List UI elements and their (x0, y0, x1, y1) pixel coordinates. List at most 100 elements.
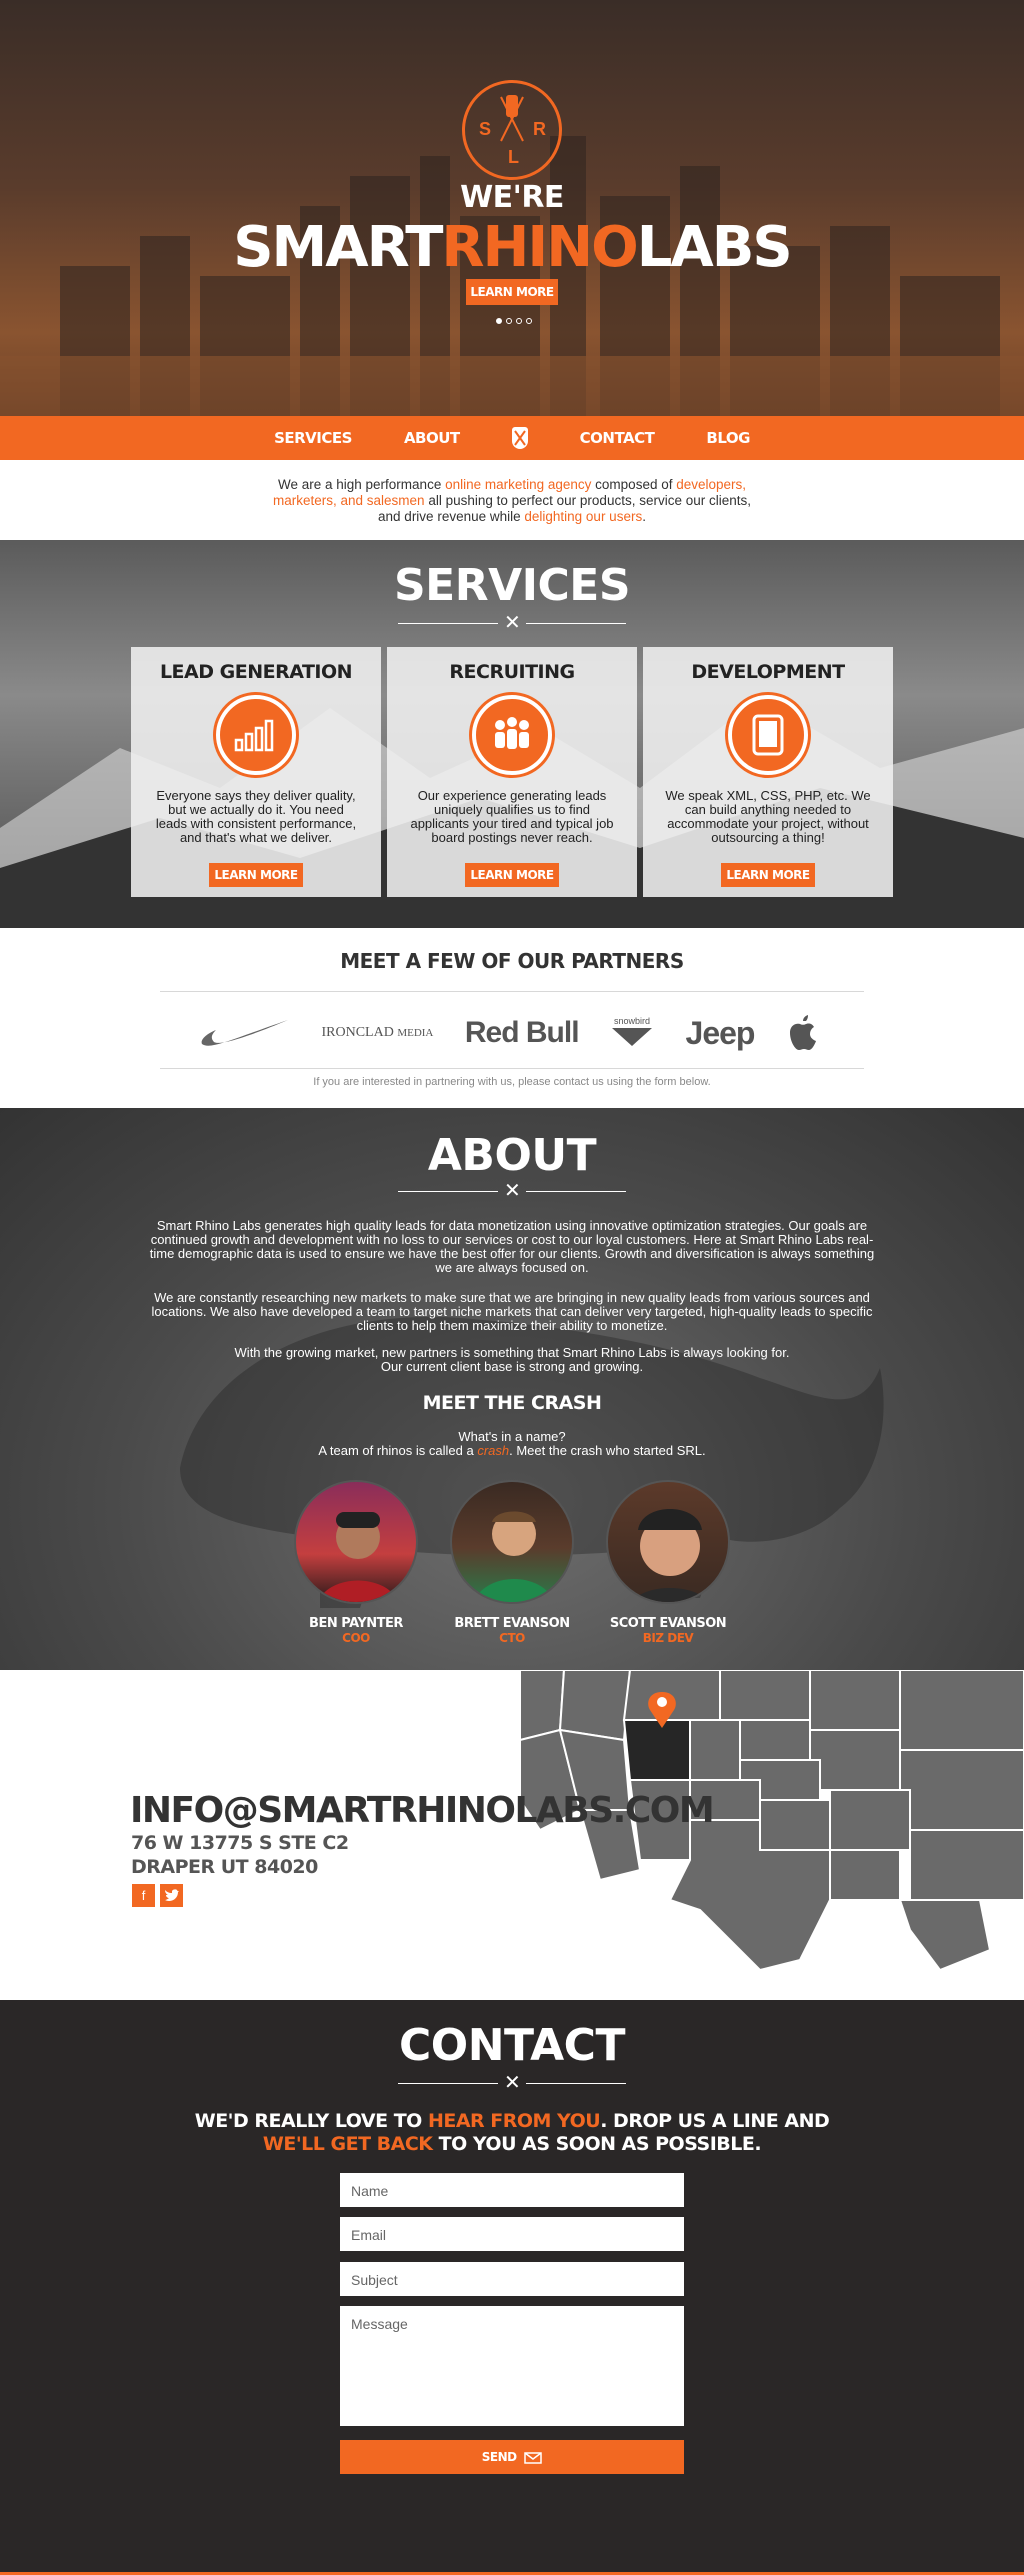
brand-labs: LABS (636, 215, 793, 280)
intro-text: We are a high performance (277, 477, 446, 492)
crash-text: What's in a name? A team of rhinos is ca… (140, 1430, 884, 1458)
intro-text: and drive revenue while (378, 509, 525, 524)
avatar (294, 1480, 418, 1604)
message-field[interactable]: Message (340, 2306, 684, 2426)
service-heading: LEAD GENERATION (159, 661, 353, 683)
crash-text-1: A team of rhinos is called a (318, 1443, 478, 1458)
twitter-icon[interactable] (160, 1884, 183, 1907)
team-member-role: CTO (499, 1631, 525, 1645)
logo-letter-r: R (533, 119, 546, 139)
send-button[interactable]: SEND (340, 2440, 684, 2474)
divider (160, 1068, 864, 1069)
contact-section: CONTACT ✕ WE'D REALLY LOVE TO HEAR FROM … (0, 2000, 1024, 2575)
service-text: We speak XML, CSS, PHP, etc. We can buil… (665, 788, 871, 845)
tablet-icon (728, 695, 808, 775)
rhino-nav-logo-icon[interactable] (511, 427, 528, 449)
title-rule (526, 2083, 626, 2084)
envelope-icon (524, 2451, 543, 2464)
slider-dot[interactable] (496, 318, 502, 324)
brand-rhino: RHINO (441, 215, 638, 280)
subject-field[interactable]: Subject (340, 2262, 684, 2296)
intro-link-developers[interactable]: developers, (676, 477, 746, 492)
facebook-icon[interactable]: f (132, 1884, 155, 1907)
contact-title: CONTACT (399, 2020, 625, 2071)
intro-link-users[interactable]: delighting our users (524, 509, 642, 524)
about-section: ABOUT ✕ Smart Rhino Labs generates high … (0, 1108, 1024, 1670)
jeep-logo: Jeep (685, 1014, 756, 1051)
team-member: SCOTT EVANSON BIZ DEV (603, 1480, 733, 1645)
contact-subtitle-line-2: WE'LL GET BACK TO YOU AS SOON AS POSSIBL… (0, 2133, 1024, 2155)
crash-link[interactable]: crash (477, 1443, 509, 1458)
slider-dot[interactable] (506, 318, 512, 324)
title-rule (526, 623, 626, 624)
address-line-2: DRAPER UT 84020 (131, 1856, 318, 1878)
team-member-role: COO (342, 1631, 370, 1645)
snowbird-logo: snowbird (610, 1016, 654, 1050)
nav-item-services[interactable]: SERVICES (274, 429, 352, 447)
intro-line-2: marketers, and salesmen all pushing to p… (0, 493, 1024, 509)
nav-item-about[interactable]: ABOUT (404, 429, 460, 447)
nav-item-blog[interactable]: BLOG (706, 429, 750, 447)
services-section: SERVICES ✕ LEAD GENERATION Everyone says… (0, 540, 1024, 928)
hero-banner: S R L WE'RE SMARTRHINOLABS LEARN MORE (0, 0, 1024, 416)
slider-dots (496, 318, 532, 324)
intro-line-3: and drive revenue while delighting our u… (0, 509, 1024, 525)
title-rule (398, 2083, 498, 2084)
service-card-recruiting: RECRUITING Our experience generating lea… (387, 647, 637, 897)
service-text: Everyone says they deliver quality, but … (155, 788, 357, 845)
media-text: MEDIA (397, 1027, 434, 1039)
contact-highlight: WE'LL GET BACK (262, 2133, 433, 2155)
divider (160, 991, 864, 992)
service-card-development: DEVELOPMENT We speak XML, CSS, PHP, etc.… (643, 647, 893, 897)
slider-dot[interactable] (526, 318, 532, 324)
crash-heading: MEET THE CRASH (422, 1392, 602, 1414)
avatar (606, 1480, 730, 1604)
intro-link-marketers[interactable]: marketers, and salesmen (273, 493, 425, 508)
nike-logo (201, 1020, 288, 1046)
about-paragraph-2: We are constantly researching new market… (151, 1290, 873, 1333)
send-label: SEND (481, 2450, 517, 2464)
hero-brand-title: SMARTRHINOLABS (0, 215, 1024, 280)
ironclad-text: IRONCLAD (321, 1025, 394, 1040)
address-line-1: 76 W 13775 S STE C2 (131, 1832, 349, 1854)
lead-generation-learn-more-button[interactable]: LEARN MORE (209, 863, 303, 887)
about-text: Our current client base is strong and gr… (380, 1359, 644, 1374)
partners-heading: MEET A FEW OF OUR PARTNERS (340, 949, 684, 973)
title-rule (398, 1191, 498, 1192)
brand-smart: SMART (233, 215, 443, 280)
service-text: Our experience generating leads uniquely… (410, 788, 614, 845)
hero-tagline: WE'RE (460, 180, 564, 215)
intro-link-agency[interactable]: online marketing agency (445, 477, 591, 492)
about-paragraph-1: Smart Rhino Labs generates high quality … (149, 1218, 875, 1275)
hero-learn-more-button[interactable]: LEARN MORE (466, 279, 558, 305)
name-field[interactable]: Name (340, 2173, 684, 2207)
crash-question: What's in a name? (458, 1429, 566, 1444)
email-field[interactable]: Email (340, 2217, 684, 2251)
about-title: ABOUT (427, 1130, 597, 1181)
service-heading: DEVELOPMENT (691, 661, 845, 683)
bar-chart-icon (216, 695, 296, 775)
logo-letter-l: L (508, 147, 519, 167)
contact-text: . DROP US A LINE AND (600, 2110, 830, 2132)
contact-email[interactable]: INFO@SMARTRHINOLABS.COM (130, 1790, 715, 1831)
logo-cross-icon (500, 95, 524, 142)
main-nav: SERVICES ABOUT CONTACT BLOG (0, 416, 1024, 460)
logo-letter-s: S (479, 119, 492, 139)
location-section: INFO@SMARTRHINOLABS.COM 76 W 13775 S STE… (0, 1670, 1024, 2000)
ironclad-media-logo: IRONCLAD MEDIA (321, 1025, 433, 1041)
partners-note: If you are interested in partnering with… (313, 1076, 711, 1088)
recruiting-learn-more-button[interactable]: LEARN MORE (465, 863, 559, 887)
crash-text-2: . Meet the crash who started SRL. (509, 1443, 706, 1458)
cross-divider-icon: ✕ (504, 612, 521, 634)
about-text: With the growing market, new partners is… (234, 1345, 790, 1360)
apple-logo (789, 1015, 816, 1050)
services-title: SERVICES (393, 560, 631, 611)
team-member-name: BEN PAYNTER (309, 1616, 403, 1631)
development-learn-more-button[interactable]: LEARN MORE (721, 863, 815, 887)
snowbird-text: snowbird (614, 1016, 651, 1026)
nav-item-contact[interactable]: CONTACT (580, 429, 655, 447)
partners-section: MEET A FEW OF OUR PARTNERS IRONCLAD MEDI… (0, 928, 1024, 1108)
contact-highlight: HEAR FROM YOU (427, 2110, 601, 2132)
title-rule (526, 1191, 626, 1192)
slider-dot[interactable] (516, 318, 522, 324)
